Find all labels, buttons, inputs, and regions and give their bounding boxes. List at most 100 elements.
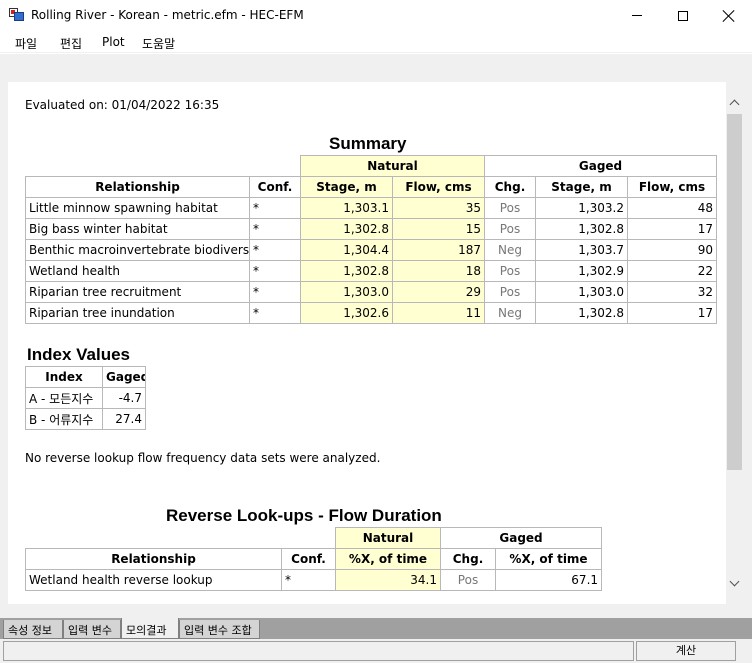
index-name-cell: A - 모든지수 bbox=[25, 387, 103, 409]
relationship-cell: Wetland health reverse lookup bbox=[25, 569, 282, 591]
col-chg: Chg. bbox=[484, 176, 536, 198]
col-gaged-flow: Flow, cms bbox=[626, 176, 718, 198]
scroll-up-button[interactable] bbox=[726, 94, 743, 111]
table-row: Wetland health reverse lookup * 34.1 Pos… bbox=[25, 569, 603, 591]
col-gaged-pct: %X, of time bbox=[494, 548, 603, 570]
relationship-cell: Wetland health bbox=[25, 260, 250, 282]
relationship-cell: Riparian tree inundation bbox=[25, 302, 250, 324]
gaged-stage-cell: 1,302.8 bbox=[535, 218, 628, 240]
summary-title: Summary bbox=[329, 134, 407, 153]
compute-button[interactable]: 계산 bbox=[636, 641, 736, 661]
reverse-group-spacer bbox=[25, 527, 336, 549]
conf-cell: * bbox=[249, 197, 301, 219]
summary-group-gaged: Gaged bbox=[483, 155, 718, 177]
summary-rows: Little minnow spawning habitat * 1,303.1… bbox=[25, 197, 718, 324]
summary-header-row: Relationship Conf. Stage, m Flow, cms Ch… bbox=[25, 176, 718, 198]
menu-file[interactable]: 파일 bbox=[15, 35, 37, 52]
relationship-cell: Big bass winter habitat bbox=[25, 218, 250, 240]
index-title: Index Values bbox=[27, 345, 130, 364]
summary-group-natural: Natural bbox=[300, 155, 485, 177]
scroll-down-button[interactable] bbox=[726, 575, 743, 592]
index-header-row: Index Gaged bbox=[25, 366, 146, 388]
scroll-thumb[interactable] bbox=[727, 114, 742, 470]
reverse-lookup-note: No reverse lookup flow frequency data se… bbox=[25, 451, 381, 465]
gaged-flow-cell: 48 bbox=[626, 197, 718, 219]
gaged-pct-cell: 67.1 bbox=[494, 569, 603, 591]
conf-cell: * bbox=[249, 260, 301, 282]
gaged-flow-cell: 22 bbox=[626, 260, 718, 282]
col-conf: Conf. bbox=[249, 176, 301, 198]
summary-group-spacer bbox=[25, 155, 301, 177]
reverse-group-natural: Natural bbox=[335, 527, 441, 549]
natural-pct-cell: 34.1 bbox=[335, 569, 441, 591]
natural-stage-cell: 1,304.4 bbox=[300, 239, 393, 261]
tab-bar: 속성 정보 입력 변수 모의결과 입력 변수 조합 bbox=[0, 618, 752, 639]
tab-input-variables[interactable]: 입력 변수 bbox=[63, 620, 121, 639]
reverse-group-gaged: Gaged bbox=[439, 527, 603, 549]
maximize-button[interactable] bbox=[660, 0, 706, 31]
evaluated-timestamp: Evaluated on: 01/04/2022 16:35 bbox=[25, 98, 220, 112]
natural-flow-cell: 35 bbox=[392, 197, 485, 219]
table-row: Little minnow spawning habitat * 1,303.1… bbox=[25, 197, 718, 219]
natural-flow-cell: 11 bbox=[392, 302, 485, 324]
table-row: A - 모든지수 -4.7 bbox=[25, 387, 146, 409]
conf-cell: * bbox=[249, 239, 301, 261]
natural-stage-cell: 1,302.6 bbox=[300, 302, 393, 324]
natural-stage-cell: 1,303.1 bbox=[300, 197, 393, 219]
index-value-cell: -4.7 bbox=[102, 387, 146, 409]
tab-simulation-results[interactable]: 모의결과 bbox=[121, 618, 179, 639]
index-table: Index Gaged A - 모든지수 -4.7 B - 어류지수 27.4 bbox=[25, 366, 146, 430]
summary-table: Natural Gaged Relationship Conf. Stage, … bbox=[25, 155, 718, 324]
col-conf: Conf. bbox=[281, 548, 336, 570]
reverse-title: Reverse Look-ups - Flow Duration bbox=[166, 506, 442, 525]
col-natural-flow: Flow, cms bbox=[392, 176, 485, 198]
gaged-flow-cell: 17 bbox=[626, 302, 718, 324]
chg-cell: Neg bbox=[484, 239, 536, 261]
table-row: Big bass winter habitat * 1,302.8 15 Pos… bbox=[25, 218, 718, 240]
chevron-down-icon bbox=[729, 576, 740, 587]
gaged-stage-cell: 1,302.8 bbox=[535, 302, 628, 324]
gaged-stage-cell: 1,303.7 bbox=[535, 239, 628, 261]
index-name-cell: B - 어류지수 bbox=[25, 408, 103, 430]
close-icon bbox=[723, 10, 735, 22]
status-field bbox=[3, 641, 634, 661]
natural-flow-cell: 187 bbox=[392, 239, 485, 261]
reverse-header-row: Relationship Conf. %X, of time Chg. %X, … bbox=[25, 548, 603, 570]
menu-plot[interactable]: Plot bbox=[102, 35, 125, 49]
close-button[interactable] bbox=[706, 0, 752, 31]
tab-properties[interactable]: 속성 정보 bbox=[3, 620, 63, 639]
tab-input-combinations[interactable]: 입력 변수 조합 bbox=[179, 620, 260, 639]
minimize-button[interactable] bbox=[614, 0, 660, 31]
title-bar: Rolling River - Korean - metric.efm - HE… bbox=[0, 0, 752, 31]
results-document: Evaluated on: 01/04/2022 16:35 Summary N… bbox=[8, 82, 726, 604]
client-area: Evaluated on: 01/04/2022 16:35 Summary N… bbox=[0, 54, 752, 618]
chg-cell: Pos bbox=[484, 281, 536, 303]
relationship-cell: Benthic macroinvertebrate biodiversity bbox=[25, 239, 250, 261]
minimize-icon bbox=[632, 15, 642, 16]
conf-cell: * bbox=[249, 281, 301, 303]
menu-edit[interactable]: 편집 bbox=[60, 35, 82, 52]
conf-cell: * bbox=[249, 218, 301, 240]
natural-flow-cell: 18 bbox=[392, 260, 485, 282]
table-row: Wetland health * 1,302.8 18 Pos 1,302.9 … bbox=[25, 260, 718, 282]
app-icon[interactable] bbox=[9, 8, 25, 22]
chg-cell: Pos bbox=[440, 569, 496, 591]
col-chg: Chg. bbox=[440, 548, 496, 570]
table-row: B - 어류지수 27.4 bbox=[25, 408, 146, 430]
maximize-icon bbox=[678, 10, 688, 21]
col-natural-stage: Stage, m bbox=[300, 176, 393, 198]
natural-stage-cell: 1,302.8 bbox=[300, 218, 393, 240]
col-natural-pct: %X, of time bbox=[335, 548, 441, 570]
vertical-scrollbar[interactable] bbox=[726, 94, 743, 602]
col-index: Index bbox=[25, 366, 103, 388]
gaged-flow-cell: 17 bbox=[626, 218, 718, 240]
gaged-stage-cell: 1,303.2 bbox=[535, 197, 628, 219]
gaged-stage-cell: 1,302.9 bbox=[535, 260, 628, 282]
gaged-flow-cell: 90 bbox=[626, 239, 718, 261]
chevron-up-icon bbox=[729, 99, 740, 110]
col-relationship: Relationship bbox=[25, 176, 250, 198]
menu-help[interactable]: 도움말 bbox=[142, 35, 175, 52]
conf-cell: * bbox=[249, 302, 301, 324]
reverse-table: Natural Gaged Relationship Conf. %X, of … bbox=[25, 527, 603, 591]
window-title: Rolling River - Korean - metric.efm - HE… bbox=[31, 8, 304, 22]
